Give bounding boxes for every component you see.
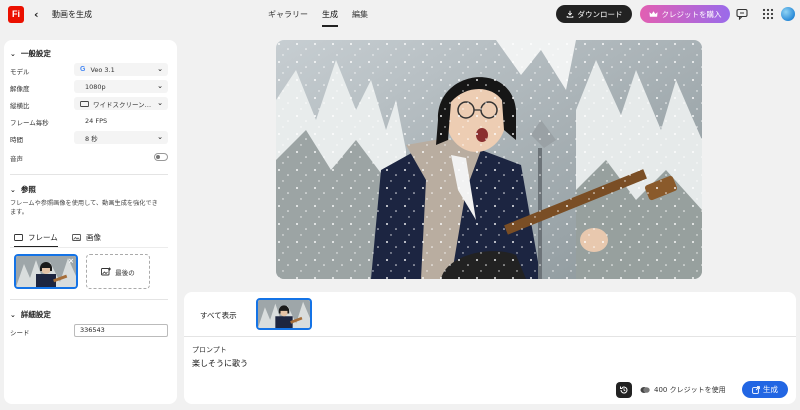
tab-edit[interactable]: 編集 xyxy=(352,9,368,20)
divider xyxy=(10,247,168,248)
crown-icon xyxy=(648,11,658,17)
feedback-icon[interactable] xyxy=(736,8,748,20)
general-settings-heading[interactable]: ⌄ 一般設定 xyxy=(10,48,51,59)
resolution-select[interactable]: 1080p ⌄ xyxy=(74,80,168,93)
chevron-down-icon: ⌄ xyxy=(157,133,163,141)
reference-heading[interactable]: ⌄ 参照 xyxy=(10,184,36,195)
last-frame-label: 最後の xyxy=(115,268,135,277)
history-icon xyxy=(620,386,628,394)
show-all-link[interactable]: すべて表示 xyxy=(200,310,237,321)
generated-thumbnail-image xyxy=(258,300,310,328)
tab-image[interactable]: 画像 xyxy=(72,230,101,245)
reference-description: フレームや参照画像を使用して、動画生成を強化できます。 xyxy=(10,200,158,216)
app-header: Fi ‹ 動画を生成 ギャラリー 生成 編集 ダウンロード クレジットを購入 xyxy=(0,0,800,30)
google-icon: G xyxy=(80,66,86,73)
seed-label: シード xyxy=(10,329,30,337)
chevron-down-icon: ⌄ xyxy=(157,65,163,73)
download-label: ダウンロード xyxy=(577,9,623,19)
credit-usage: 400 クレジットを使用 xyxy=(640,385,726,395)
generate-icon xyxy=(752,385,760,394)
buy-credits-button[interactable]: クレジットを購入 xyxy=(640,5,730,23)
model-select[interactable]: G Veo 3.1 ⌄ xyxy=(74,63,168,76)
aspect-ratio-select[interactable]: ワイドスクリーン… ⌄ xyxy=(74,97,168,110)
aspect-ratio-value: ワイドスクリーン… xyxy=(93,100,152,109)
chevron-down-icon: ⌄ xyxy=(10,310,16,319)
page-title: 動画を生成 xyxy=(52,10,92,19)
first-frame-thumbnail[interactable]: × xyxy=(14,254,78,289)
divider xyxy=(184,336,796,337)
resolution-value: 1080p xyxy=(85,82,106,91)
buy-credits-label: クレジットを購入 xyxy=(661,9,722,19)
advanced-settings-title: 詳細設定 xyxy=(20,310,51,319)
aspect-ratio-label: 縦横比 xyxy=(10,102,30,110)
seed-input[interactable]: 336543 xyxy=(74,324,168,337)
last-frame-slot[interactable]: 最後の xyxy=(86,254,150,289)
audio-toggle[interactable] xyxy=(154,153,168,161)
generated-thumbnail[interactable] xyxy=(256,298,312,330)
app-grid-icon[interactable] xyxy=(762,8,774,20)
add-image-icon xyxy=(101,267,112,276)
generate-button[interactable]: 生成 xyxy=(742,381,788,398)
tab-generate[interactable]: 生成 xyxy=(322,9,338,27)
duration-label: 時間 xyxy=(10,136,23,144)
tab-image-label: 画像 xyxy=(86,233,101,242)
widescreen-icon xyxy=(80,100,89,107)
credit-usage-label: 400 クレジットを使用 xyxy=(654,386,726,394)
model-value: Veo 3.1 xyxy=(90,65,115,74)
frame-icon xyxy=(14,234,23,241)
audio-label: 音声 xyxy=(10,155,23,163)
divider xyxy=(10,174,168,175)
prompt-label: プロンプト xyxy=(192,346,227,354)
user-avatar[interactable] xyxy=(781,7,795,21)
divider xyxy=(10,299,168,300)
settings-panel xyxy=(4,40,177,404)
tab-frame-label: フレーム xyxy=(28,233,58,242)
chevron-down-icon: ⌄ xyxy=(10,185,16,194)
chevron-down-icon: ⌄ xyxy=(157,99,163,107)
chevron-down-icon: ⌄ xyxy=(10,49,16,58)
resolution-label: 解像度 xyxy=(10,85,30,93)
advanced-settings-heading[interactable]: ⌄ 詳細設定 xyxy=(10,309,51,320)
fps-value: 24 FPS xyxy=(85,117,108,125)
main-tabs: ギャラリー 生成 編集 xyxy=(268,9,382,27)
model-label: モデル xyxy=(10,68,30,76)
image-icon xyxy=(72,234,81,241)
app-logo[interactable]: Fi xyxy=(8,6,24,23)
fps-label: フレーム毎秒 xyxy=(10,119,49,127)
prompt-input[interactable]: 楽しそうに歌う xyxy=(192,358,248,369)
tab-gallery[interactable]: ギャラリー xyxy=(268,9,308,20)
download-icon xyxy=(566,10,573,18)
close-icon[interactable]: × xyxy=(68,257,74,265)
video-preview[interactable] xyxy=(276,40,702,279)
credit-icon xyxy=(640,387,650,393)
generate-label: 生成 xyxy=(763,385,778,394)
history-button[interactable] xyxy=(616,382,632,398)
download-button[interactable]: ダウンロード xyxy=(556,5,632,23)
tab-frame[interactable]: フレーム xyxy=(14,230,58,248)
chevron-down-icon: ⌄ xyxy=(157,82,163,90)
first-frame-image xyxy=(16,256,76,287)
duration-select[interactable]: 8 秒 ⌄ xyxy=(74,131,168,144)
reference-title: 参照 xyxy=(20,185,36,194)
preview-image xyxy=(276,40,702,279)
general-settings-title: 一般設定 xyxy=(20,49,51,58)
duration-value: 8 秒 xyxy=(85,134,98,143)
back-arrow-icon[interactable]: ‹ xyxy=(34,8,44,21)
